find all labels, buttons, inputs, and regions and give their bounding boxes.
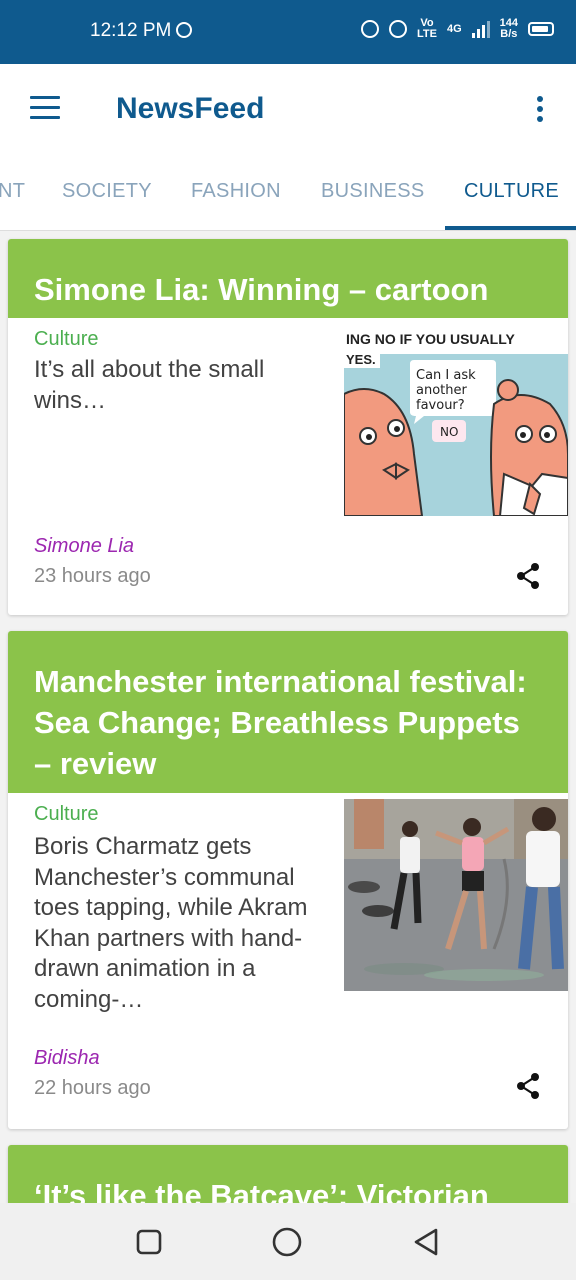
dance-photo [344, 799, 568, 991]
article-thumbnail [344, 799, 568, 991]
network-speed-unit: B/s [500, 28, 518, 40]
article-card[interactable]: Simone Lia: Winning – cartoon Culture It… [8, 239, 568, 615]
article-headline: Manchester international festival: Sea C… [8, 631, 568, 793]
home-button[interactable] [272, 1227, 302, 1262]
article-time: 23 hours ago [34, 565, 151, 587]
status-time: 12:12 PM [90, 20, 172, 41]
triangle-back-icon [414, 1228, 438, 1256]
comic-caption-line2: YES. [346, 352, 376, 367]
comic-speech-no: NO [440, 425, 458, 439]
status-icons: Vo LTE 4G 144 B/s [360, 18, 554, 40]
article-section: Culture [34, 328, 99, 350]
comic-speech-line1: Can I ask [416, 368, 476, 383]
hotspot-icon [176, 22, 192, 38]
app-title: NewsFeed [116, 92, 265, 125]
tab-entertainment[interactable]: NT [0, 180, 25, 203]
article-body: Culture It’s all about the small wins… I… [8, 318, 568, 615]
hamburger-menu-icon[interactable] [28, 96, 62, 122]
hotspot-status-icon [388, 20, 407, 38]
comic-speech-line3: favour? [416, 398, 465, 413]
network-gen-label: 4G [446, 22, 462, 35]
more-vert-icon[interactable] [528, 94, 552, 126]
back-button[interactable] [412, 1227, 440, 1262]
signal-strength-icon [471, 20, 490, 38]
article-thumbnail: ING NO IF YOU USUALLY YES. Can I ask ano… [344, 324, 568, 516]
volte-label: Vo LTE [417, 18, 437, 40]
comic-caption-line1: ING NO IF YOU USUALLY [346, 331, 515, 347]
category-tabs: NT SOCIETY FASHION BUSINESS CULTURE [0, 156, 576, 231]
active-tab-indicator [445, 226, 576, 230]
square-icon [136, 1229, 162, 1255]
share-icon[interactable] [516, 1073, 540, 1099]
share-icon[interactable] [516, 563, 540, 589]
article-byline: Bidisha [34, 1047, 100, 1069]
tab-culture[interactable]: CULTURE [464, 180, 559, 203]
article-byline: Simone Lia [34, 535, 135, 557]
article-section: Culture [34, 803, 99, 825]
article-trail: It’s all about the small wins… [34, 356, 265, 414]
news-list: Simone Lia: Winning – cartoon Culture It… [0, 231, 576, 1203]
article-headline: Simone Lia: Winning – cartoon [8, 239, 568, 318]
system-nav-bar [0, 1203, 576, 1280]
tab-society[interactable]: SOCIETY [62, 180, 152, 203]
article-card[interactable]: Manchester international festival: Sea C… [8, 631, 568, 1129]
recent-apps-button[interactable] [136, 1229, 162, 1260]
article-headline: ‘It’s like the Batcave’: Victorian [8, 1145, 568, 1203]
comic-illustration: ING NO IF YOU USUALLY YES. Can I ask ano… [344, 324, 568, 516]
circle-icon [272, 1227, 302, 1257]
article-time: 22 hours ago [34, 1077, 151, 1099]
battery-icon [528, 22, 554, 36]
status-bar: 12:12 PM Vo LTE 4G 144 B/s [0, 0, 576, 64]
tab-fashion[interactable]: FASHION [191, 180, 281, 203]
comic-speech-line2: another [416, 383, 467, 398]
article-body: Culture Boris Charmatz gets Manchester’s… [8, 793, 568, 1129]
article-card[interactable]: ‘It’s like the Batcave’: Victorian [8, 1145, 568, 1203]
app-bar: NewsFeed [0, 64, 576, 156]
network-speed: 144 B/s [500, 18, 518, 40]
article-trail: Boris Charmatz gets Manchester’s communa… [34, 833, 308, 1013]
tab-business[interactable]: BUSINESS [321, 180, 425, 203]
volte-label-bottom: LTE [416, 28, 437, 40]
alarm-icon [360, 20, 379, 38]
